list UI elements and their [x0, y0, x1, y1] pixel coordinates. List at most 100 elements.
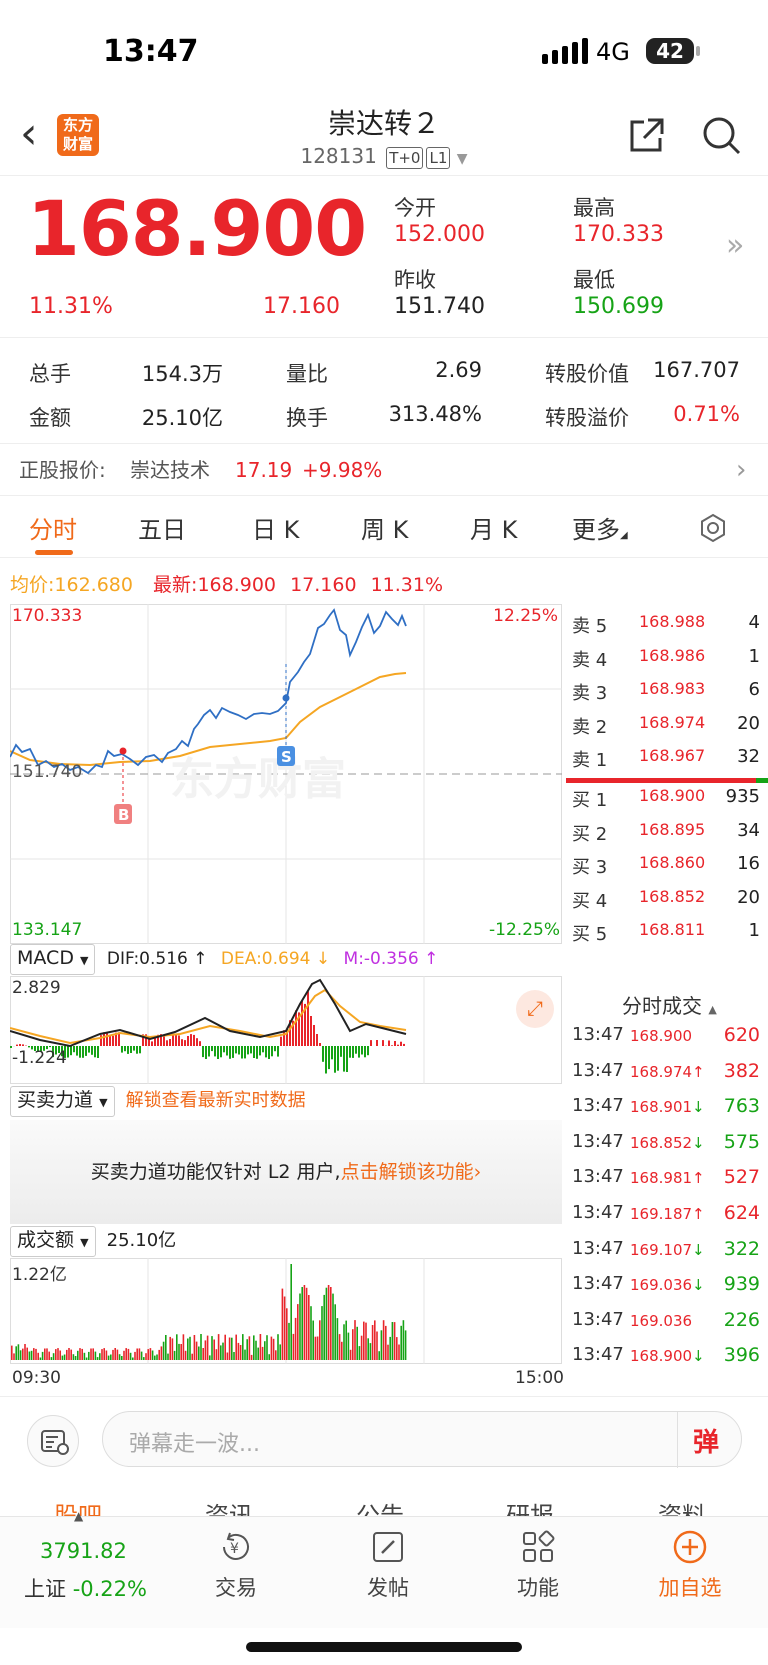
intraday-chart[interactable]: 东方财富 B S 170.333 151.740 133.147 12.25% … [9, 604, 562, 944]
bid-row[interactable]: 买 4 168.852 20 [572, 887, 768, 921]
danmu-send-button[interactable]: 弹 [693, 1422, 719, 1459]
ask-row[interactable]: 卖 5 168.988 4 [572, 612, 768, 646]
turnover-value: 313.48% [388, 402, 482, 426]
high-value: 170.333 [573, 222, 664, 247]
change-value: 17.160 [263, 294, 340, 319]
avg-label: 均价: [10, 574, 55, 596]
post-button[interactable]: 发帖 [338, 1527, 438, 1602]
flow-select[interactable]: 买卖力道 ▼ [10, 1086, 115, 1117]
level-name: 卖 4 [572, 649, 608, 671]
macd-select[interactable]: MACD ▼ [10, 944, 96, 975]
trade-button[interactable]: ¥ 交易 [186, 1527, 286, 1602]
underlying-stock-row[interactable]: 正股报价: 崇达技术 17.19 +9.98% › [0, 444, 768, 496]
plus-circle-icon [673, 1530, 707, 1564]
trade-time: 13:47 [572, 1095, 624, 1117]
level-qty: 32 [737, 746, 760, 767]
level-price: 168.860 [639, 853, 706, 872]
trade-time: 13:47 [572, 1130, 624, 1152]
order-book: 卖 5 168.988 4 卖 4 168.986 1 卖 3 168.983 6 卖 2 168.… [562, 604, 768, 984]
ask-row[interactable]: 卖 1 168.967 32 [572, 746, 768, 780]
tab-monthly-k[interactable]: 月 K [470, 510, 517, 545]
volume-header: 成交额 ▼ 25.10亿 [10, 1226, 562, 1258]
trade-row: 13:47 168.974↑ 382 [572, 1060, 768, 1096]
trade-qty: 624 [723, 1202, 760, 1224]
prev-close-label: 昨收 [394, 268, 436, 292]
trade-qty: 763 [723, 1095, 760, 1118]
vol-ratio-label: 量比 [286, 362, 328, 386]
level-qty: 20 [737, 712, 760, 734]
macd-chart[interactable]: 2.829 -1.224 ⤢ [9, 976, 562, 1084]
search-icon[interactable] [700, 114, 744, 158]
ask-row[interactable]: 卖 2 168.974 20 [572, 713, 768, 747]
last-price: 168.900 [27, 184, 367, 273]
volume-svg [10, 1258, 562, 1364]
macd-histogram [10, 991, 405, 1074]
bid-row[interactable]: 买 1 168.900 935 [572, 786, 768, 820]
share-icon[interactable] [624, 114, 668, 158]
underlying-price: 17.19 [235, 458, 293, 482]
flow-locked-panel[interactable]: 买卖力道功能仅针对 L2 用户,点击解锁该功能› [10, 1120, 562, 1224]
bottom-bar: ▲ 3791.82 上证 -0.22% ¥ 交易 发帖 功能 加自选 [0, 1509, 768, 1628]
macd-dea: DEA:0.694 ↓ [220, 949, 331, 969]
tick-trades[interactable]: 分时成交 ▲ 13:47 168.900 620 13:47 168.974↑ 382 13… [562, 984, 768, 1374]
tab-weekly-k[interactable]: 周 K [361, 510, 408, 545]
tab-daily-k[interactable]: 日 K [252, 510, 299, 545]
trade-row: 13:47 168.852↓ 575 [572, 1131, 768, 1167]
expand-arrow-icon[interactable]: » [726, 228, 744, 263]
index-pct: -0.22% [72, 1577, 147, 1601]
quote-panel: 168.900 11.31% 17.160 今开 152.000 最高 170.… [0, 176, 768, 338]
settings-icon[interactable] [697, 512, 729, 544]
back-icon[interactable]: ‹ [20, 112, 38, 156]
tag-l1[interactable]: L1 [426, 147, 451, 169]
trade-time: 13:47 [572, 1273, 624, 1295]
tab-intraday[interactable]: 分时 [29, 510, 77, 545]
level-price: 168.986 [639, 645, 706, 665]
premium-label: 转股溢价 [545, 406, 629, 430]
trade-qty: 939 [723, 1273, 760, 1296]
macd-dif: DIF:0.516 ↑ [106, 949, 208, 969]
danmu-input[interactable]: 弹幕走一波... 弹 [102, 1411, 742, 1468]
trade-price: 168.900↓ [630, 1347, 705, 1366]
volume-chart[interactable]: 1.22亿 09:30 15:00 [10, 1258, 564, 1388]
trade-time: 13:47 [572, 1237, 624, 1259]
flow-unlock-link[interactable]: 点击解锁该功能› [341, 1161, 482, 1183]
trade-row: 13:47 169.187↑ 624 [572, 1202, 768, 1238]
dropdown-icon[interactable]: ▼ [457, 151, 468, 167]
volume-select[interactable]: 成交额 ▼ [10, 1226, 96, 1257]
underlying-label: 正股报价: [19, 458, 106, 482]
bid-row[interactable]: 买 5 168.811 1 [572, 920, 768, 954]
underlying-name: 崇达技术 [130, 458, 210, 482]
open-label: 今开 [394, 196, 436, 220]
ask-row[interactable]: 卖 3 168.983 6 [572, 679, 768, 713]
add-watchlist-button[interactable]: 加自选 [640, 1527, 740, 1602]
danmu-placeholder: 弹幕走一波... [129, 1432, 260, 1457]
bid-row[interactable]: 买 2 168.895 34 [572, 820, 768, 854]
level-qty: 16 [737, 853, 760, 874]
trade-time: 13:47 [572, 1059, 624, 1081]
trade-row: 13:47 168.981↑ 527 [572, 1166, 768, 1202]
flow-unlock-text[interactable]: 解锁查看最新实时数据 [126, 1090, 306, 1111]
bid-row[interactable]: 买 3 168.860 16 [572, 853, 768, 887]
app-logo: 东方财富 [57, 114, 99, 156]
level-price: 168.895 [639, 819, 706, 839]
index-line[interactable]: 上证 -0.22% [24, 1573, 147, 1603]
ask-row[interactable]: 卖 4 168.986 1 [572, 646, 768, 680]
trade-qty: 527 [723, 1166, 760, 1189]
danmu-settings-icon[interactable] [27, 1415, 79, 1467]
status-bar: 13:47 4G 42 [0, 0, 768, 100]
tag-t0: T+0 [386, 147, 424, 169]
function-button[interactable]: 功能 [488, 1527, 588, 1602]
trade-price: 168.974↑ [630, 1062, 705, 1081]
index-value[interactable]: 3791.82 [40, 1539, 127, 1563]
dea-line [9, 988, 407, 1045]
trade-row: 13:47 168.901↓ 763 [572, 1095, 768, 1131]
expand-chart-icon[interactable]: ⤢ [516, 990, 554, 1028]
trade-price: 169.107↓ [630, 1240, 705, 1259]
macd-top-label: 2.829 [12, 978, 61, 998]
macd-bottom-label: -1.224 [12, 1048, 67, 1068]
trade-icon: ¥ [223, 1532, 249, 1560]
trade-time: 13:47 [572, 1166, 624, 1188]
tab-five-day[interactable]: 五日 [138, 510, 186, 545]
tab-more[interactable]: 更多◢ [572, 510, 628, 545]
conv-value-value: 167.707 [653, 358, 740, 382]
